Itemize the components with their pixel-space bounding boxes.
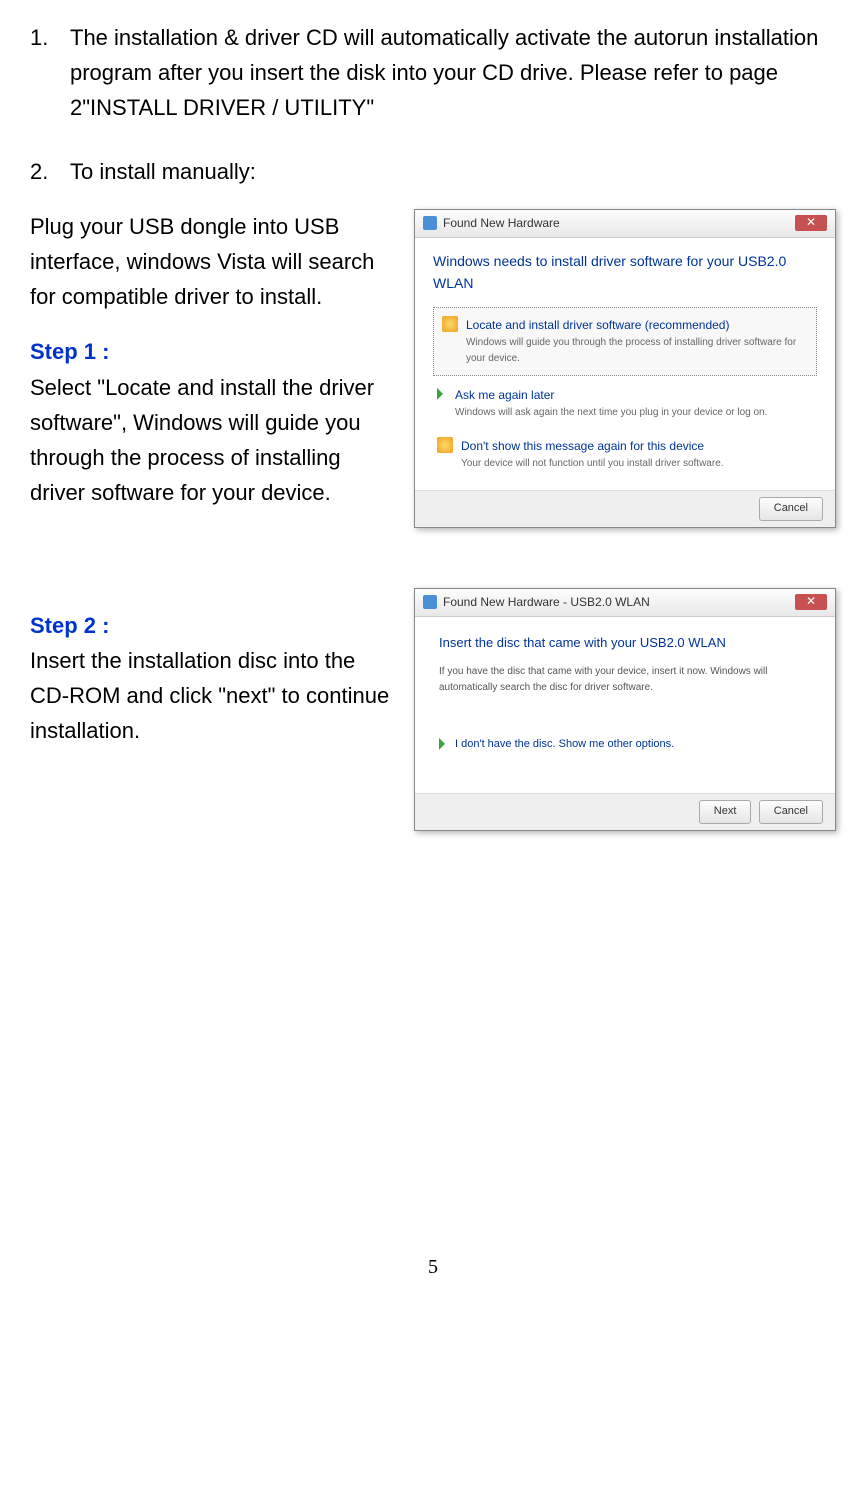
dialog-heading: Windows needs to install driver software… bbox=[433, 250, 817, 295]
instruction-heading: Insert the disc that came with your USB2… bbox=[439, 633, 811, 654]
option-title: Ask me again later bbox=[455, 386, 813, 405]
next-button[interactable]: Next bbox=[699, 800, 752, 824]
close-button[interactable]: ✕ bbox=[795, 594, 827, 610]
option-desc: Your device will not function until you … bbox=[461, 456, 813, 472]
step2-label: Step 2 : bbox=[30, 608, 394, 643]
list-item-2: 2. To install manually: bbox=[30, 154, 836, 189]
dialog-titlebar: Found New Hardware - USB2.0 WLAN ✕ bbox=[415, 589, 835, 617]
intro-paragraph: Plug your USB dongle into USB interface,… bbox=[30, 209, 394, 315]
arrow-icon bbox=[437, 388, 447, 400]
shield-icon bbox=[442, 316, 458, 332]
dialog-title: Found New Hardware bbox=[443, 214, 795, 233]
hardware-icon bbox=[423, 595, 437, 609]
list-text: The installation & driver CD will automa… bbox=[70, 20, 836, 126]
dialog-title: Found New Hardware - USB2.0 WLAN bbox=[443, 593, 795, 612]
option-dont-show[interactable]: Don't show this message again for this d… bbox=[433, 431, 817, 478]
option-desc: Windows will guide you through the proce… bbox=[466, 335, 808, 367]
no-disc-link[interactable]: I don't have the disc. Show me other opt… bbox=[455, 736, 674, 754]
cancel-button[interactable]: Cancel bbox=[759, 497, 823, 521]
insert-disc-dialog: Found New Hardware - USB2.0 WLAN ✕ Inser… bbox=[414, 588, 836, 831]
step1-text: Select "Locate and install the driver so… bbox=[30, 370, 394, 511]
cancel-button[interactable]: Cancel bbox=[759, 800, 823, 824]
list-number: 2. bbox=[30, 154, 70, 189]
option-locate-install[interactable]: Locate and install driver software (reco… bbox=[433, 307, 817, 376]
step2-text: Insert the installation disc into the CD… bbox=[30, 643, 394, 749]
list-number: 1. bbox=[30, 20, 70, 126]
found-new-hardware-dialog: Found New Hardware ✕ Windows needs to in… bbox=[414, 209, 836, 528]
instruction-text: If you have the disc that came with your… bbox=[439, 664, 811, 696]
hardware-icon bbox=[423, 216, 437, 230]
close-button[interactable]: ✕ bbox=[795, 215, 827, 231]
page-number: 5 bbox=[30, 1251, 836, 1283]
dialog-titlebar: Found New Hardware ✕ bbox=[415, 210, 835, 238]
step1-label: Step 1 : bbox=[30, 334, 394, 369]
arrow-icon bbox=[439, 738, 449, 750]
option-ask-later[interactable]: Ask me again later Windows will ask agai… bbox=[433, 380, 817, 427]
list-text: To install manually: bbox=[70, 154, 836, 189]
option-desc: Windows will ask again the next time you… bbox=[455, 405, 813, 421]
option-title: Locate and install driver software (reco… bbox=[466, 316, 808, 335]
list-item-1: 1. The installation & driver CD will aut… bbox=[30, 20, 836, 126]
option-title: Don't show this message again for this d… bbox=[461, 437, 813, 456]
shield-icon bbox=[437, 437, 453, 453]
